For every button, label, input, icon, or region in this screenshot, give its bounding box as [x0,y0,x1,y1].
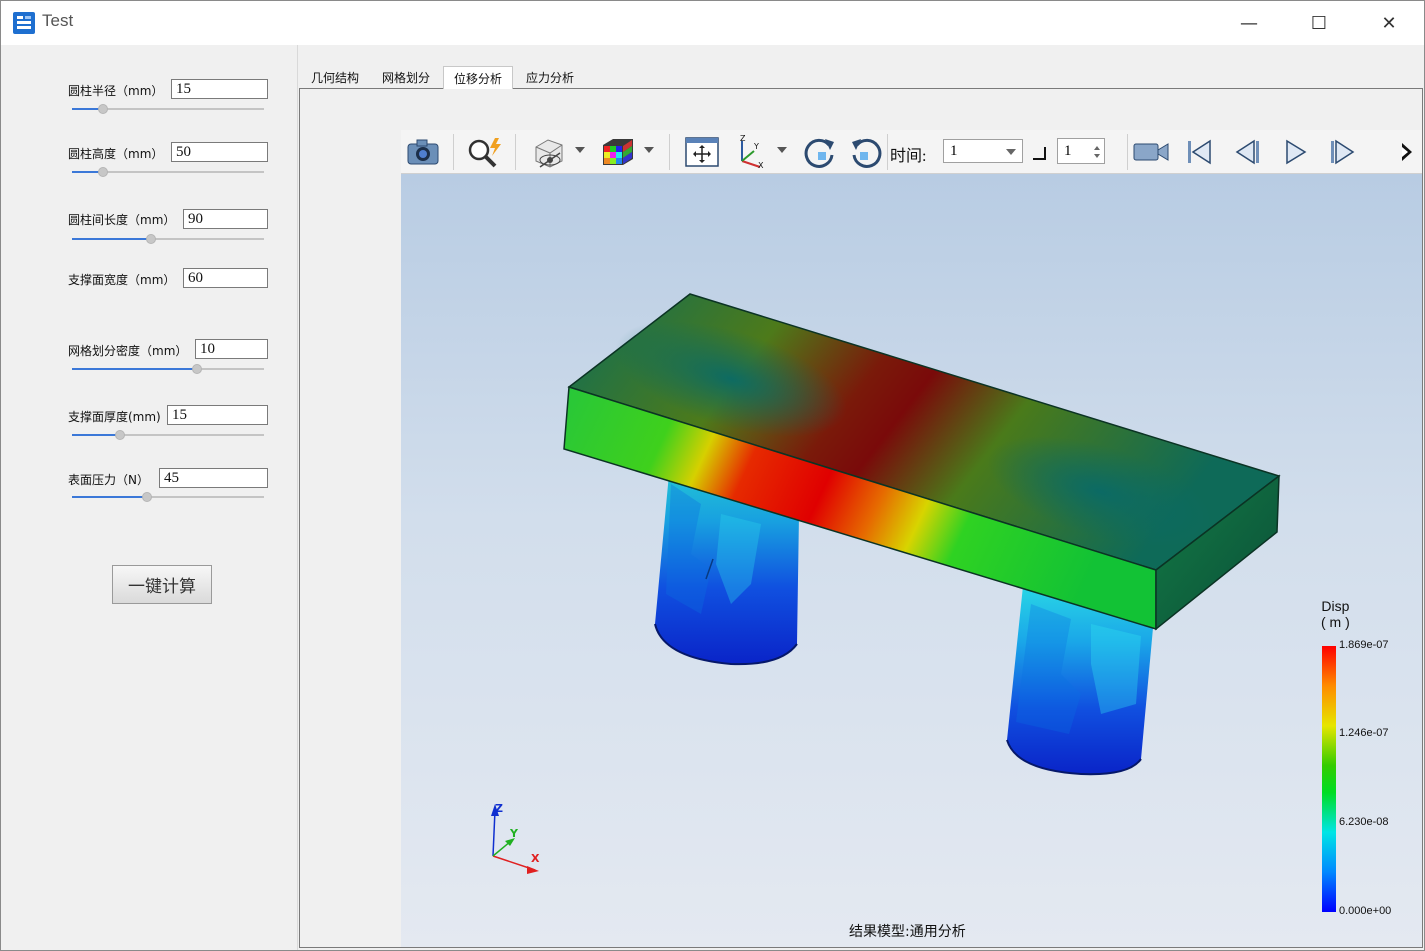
spin-down-icon[interactable] [1094,154,1100,158]
surface-pressure-input[interactable]: 45 [159,468,268,488]
axis-z-label: Z [495,802,503,815]
axes-dropdown-icon[interactable] [777,147,787,153]
color-dropdown-icon[interactable] [644,147,654,153]
support-thickness-slider[interactable] [72,429,264,441]
cylinder-spacing-input[interactable]: 90 [183,209,268,229]
visibility-dropdown-icon[interactable] [575,147,585,153]
surface-pressure-label: 表面压力（N） [68,473,149,487]
cylinder-spacing-slider[interactable] [72,233,264,245]
rotate-ccw-icon[interactable] [847,134,887,170]
fit-view-icon[interactable] [681,134,723,170]
time-select-value: 1 [950,143,958,159]
magnifier-pick-icon[interactable] [463,134,507,170]
legend-colorbar [1322,646,1336,912]
axis-y-label: Y [510,827,518,840]
cylinder-radius-slider[interactable] [72,103,264,115]
svg-text:X: X [758,161,764,169]
next-frame-icon[interactable] [1325,134,1361,170]
legend-value-3: 6.230e-08 [1339,816,1389,828]
previous-frame-icon[interactable] [1229,134,1265,170]
legend-unit: ( m ) [1321,614,1350,630]
legend-title: Disp ( m ) [1321,598,1350,630]
support-width-label: 支撑面宽度（mm） [68,273,176,287]
viewer-toolbar: ZY X 时间: 1 1 [401,130,1422,174]
cylinder-radius-input[interactable]: 15 [171,79,268,99]
legend-quantity: Disp [1321,598,1350,614]
legend-max-value: 1.869e-07 [1339,639,1389,651]
parameter-panel: 圆柱半径（mm） 15 圆柱高度（mm） 50 圆柱间长度（mm） 90 支撑面… [2,45,298,950]
chevron-down-icon [1006,149,1016,155]
title-bar: Test — ☐ ✕ [1,1,1424,45]
result-model-label: 结果模型:通用分析 [849,924,966,940]
displacement-model [491,293,1281,874]
axis-x-label: X [531,852,540,865]
cylinder-height-label: 圆柱高度（mm） [68,147,164,161]
result-viewport[interactable]: Z Y X Disp ( m ) 1.869e-07 1.246e-07 6.2… [401,174,1422,947]
video-record-icon[interactable] [1131,134,1171,170]
legend-min-value: 0.000e+00 [1339,905,1392,917]
toolbar-overflow-icon[interactable] [1397,134,1417,170]
cylinder-height-input[interactable]: 50 [171,142,268,162]
cylinder-radius-label: 圆柱半径（mm） [68,84,164,98]
time-select[interactable]: 1 [943,139,1023,163]
support-thickness-input[interactable]: 15 [167,405,268,425]
support-thickness-label: 支撑面厚度(mm) [68,410,161,424]
legend-value-2: 1.246e-07 [1339,727,1389,739]
play-icon[interactable] [1277,134,1313,170]
cylinder-height-slider[interactable] [72,166,264,178]
support-width-input[interactable]: 60 [183,268,268,288]
rotate-cw-icon[interactable] [799,134,839,170]
camera-icon[interactable] [403,134,443,170]
app-window: Test — ☐ ✕ 圆柱半径（mm） 15 圆柱高度（mm） 50 圆柱间长度… [0,0,1425,951]
tab-stress[interactable]: 应力分析 [515,66,585,89]
step-icon [1033,147,1046,160]
mesh-density-label: 网格划分密度（mm） [68,344,188,358]
minimize-button[interactable]: — [1214,1,1284,45]
close-button[interactable]: ✕ [1354,1,1424,45]
calculate-button[interactable]: 一键计算 [112,565,212,604]
surface-pressure-slider[interactable] [72,491,264,503]
svg-text:Z: Z [740,135,746,143]
cylinder-spacing-label: 圆柱间长度（mm） [68,213,176,227]
axes-orientation-icon[interactable]: ZY X [733,134,769,170]
spin-up-icon[interactable] [1094,146,1100,150]
tab-displacement[interactable]: 位移分析 [443,66,513,89]
first-frame-icon[interactable] [1181,134,1217,170]
color-cube-icon[interactable] [595,134,639,170]
step-spinbox[interactable]: 1 [1057,138,1105,164]
time-label: 时间: [890,148,927,165]
svg-text:Y: Y [753,142,759,151]
tab-mesh[interactable]: 网格划分 [371,66,441,89]
app-icon [13,12,35,34]
step-spinbox-value: 1 [1064,143,1072,159]
window-title: Test [42,11,74,30]
tab-geometry[interactable]: 几何结构 [301,66,369,89]
maximize-button[interactable]: ☐ [1284,1,1354,45]
mesh-density-input[interactable]: 10 [195,339,268,359]
mesh-density-slider[interactable] [72,363,264,375]
visibility-icon[interactable] [525,134,571,170]
